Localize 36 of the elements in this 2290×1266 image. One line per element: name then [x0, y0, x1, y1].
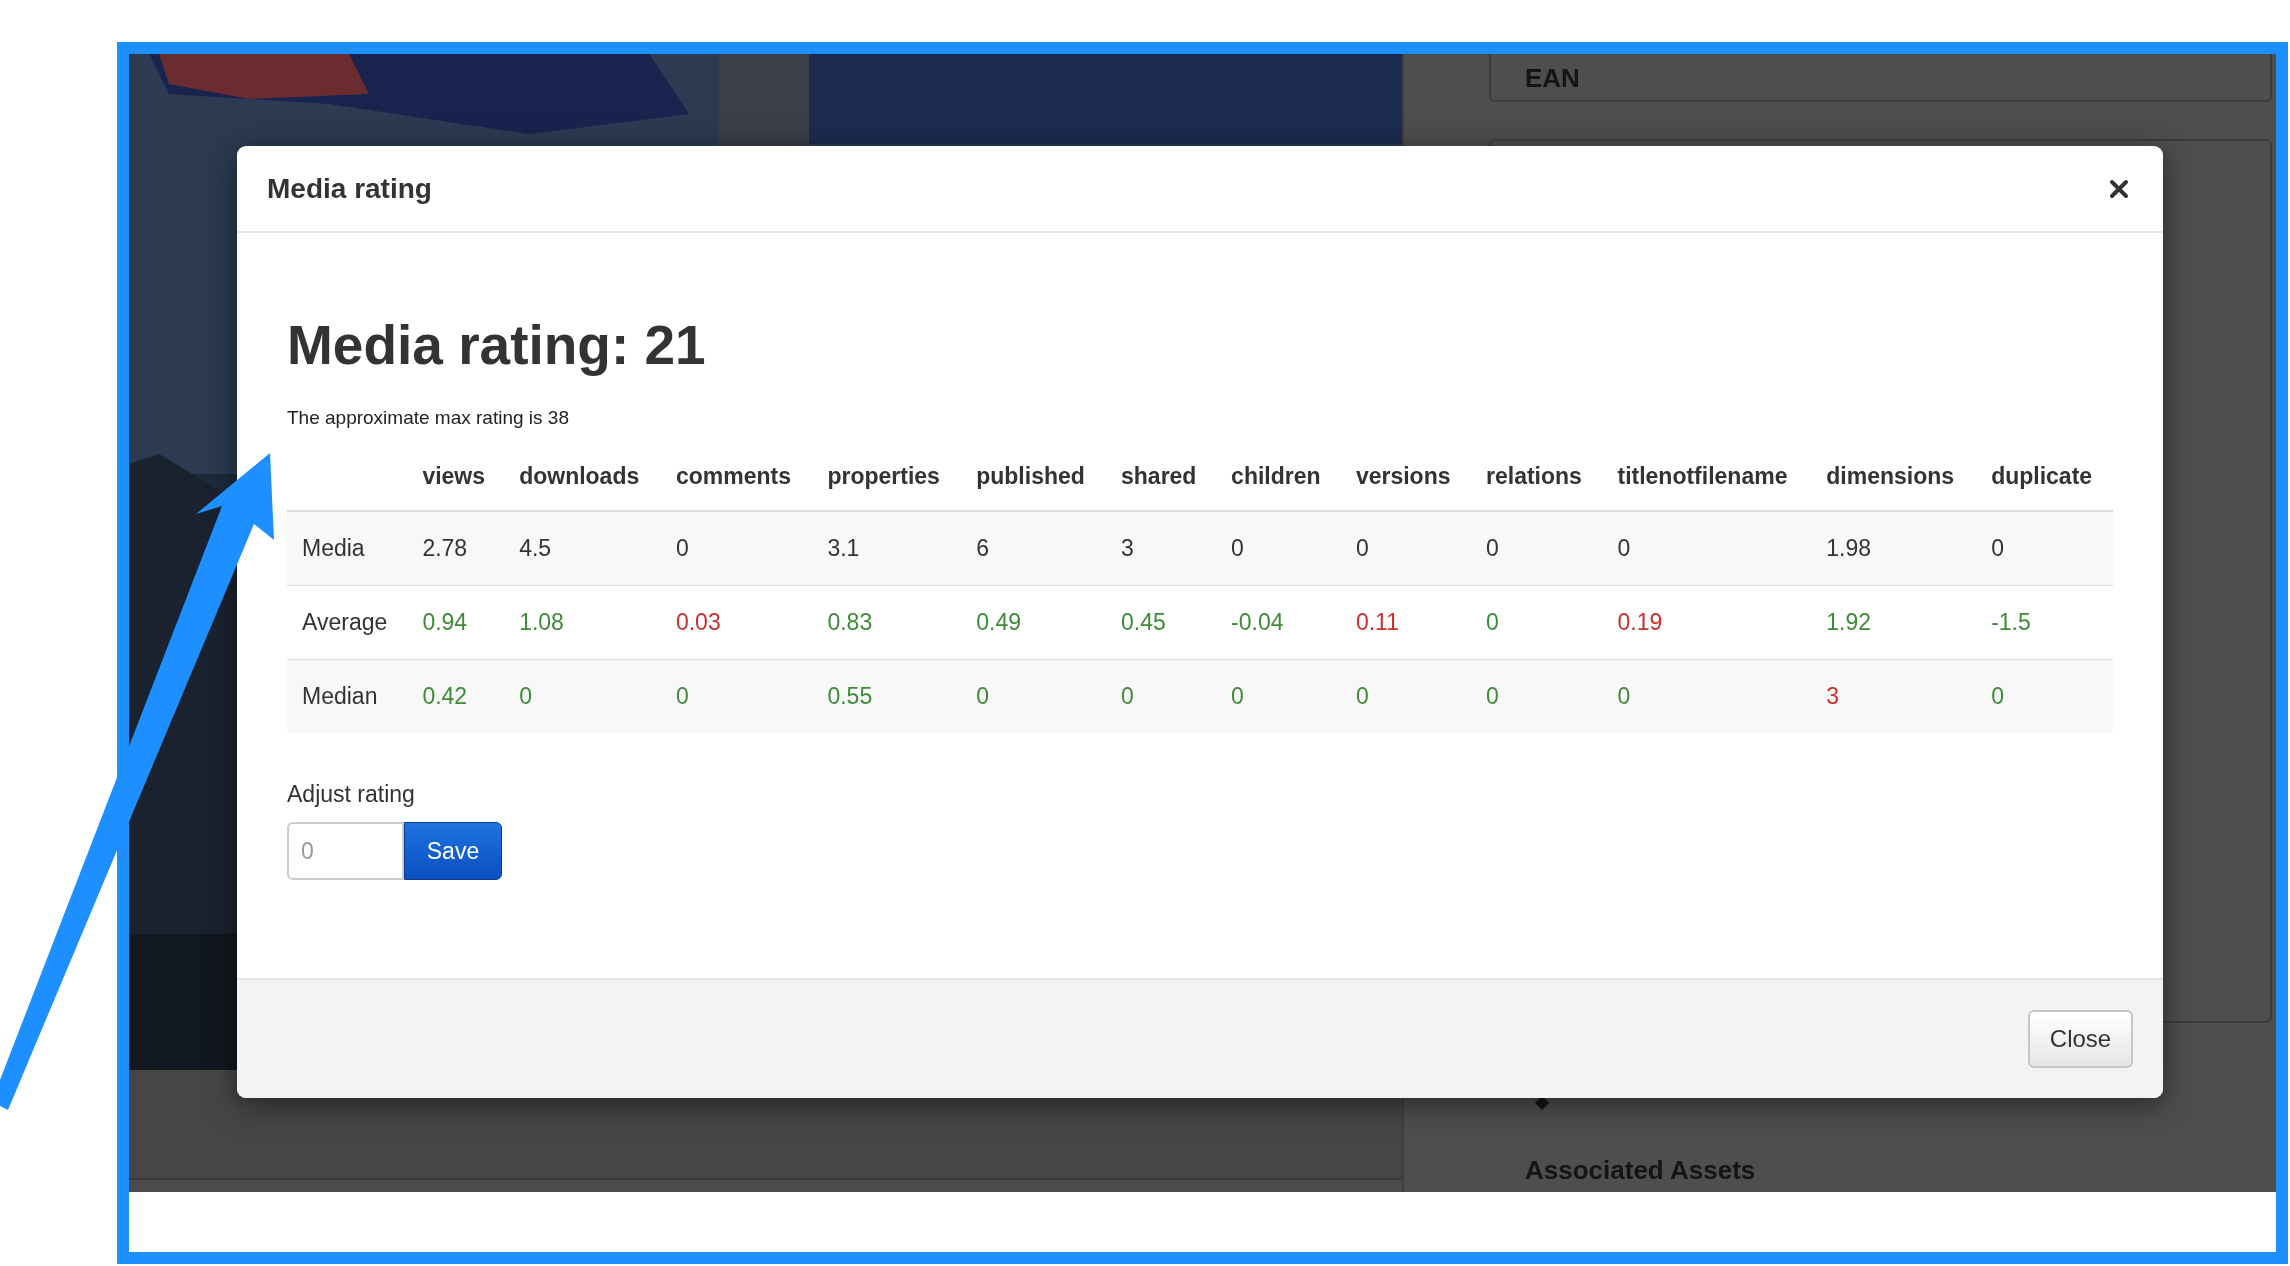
- table-cell: 0: [1340, 659, 1471, 733]
- table-cell: 4.5: [504, 511, 661, 586]
- rating-heading: Media rating: 21: [287, 313, 707, 377]
- max-rating-note: The approximate max rating is 38: [287, 407, 570, 429]
- table-cell: 0: [1976, 659, 2113, 733]
- table-cell: 0: [1976, 511, 2113, 586]
- table-cell: 0: [1216, 659, 1341, 733]
- table-cell: 0: [1216, 511, 1341, 586]
- table-cell: 0: [504, 659, 661, 733]
- table-cell: 0: [1471, 511, 1603, 586]
- table-cell: 0: [1602, 511, 1812, 586]
- table-cell: 2.78: [407, 511, 505, 586]
- table-cell: 0.42: [407, 659, 505, 733]
- table-cell: 0: [660, 511, 813, 586]
- field-label: Adjust rating: [287, 781, 416, 808]
- save-button[interactable]: Save: [404, 822, 502, 880]
- rating-input[interactable]: 0: [287, 822, 404, 880]
- table-cell: 0: [1471, 659, 1603, 733]
- table-cell: 3.1: [812, 511, 962, 586]
- field-label: EAN: [1525, 63, 1580, 94]
- table-cell: 0: [660, 659, 813, 733]
- close-icon: [2109, 178, 2129, 199]
- table-cell: 0: [1340, 511, 1471, 586]
- modal-title: Media rating: [267, 172, 432, 205]
- table-cell: 6: [961, 511, 1106, 586]
- table-cell: 0: [1106, 659, 1217, 733]
- table-cell: 3: [1811, 659, 1977, 733]
- row-label: Media: [287, 511, 408, 586]
- table-cell: 0.55: [812, 659, 962, 733]
- section-title: Associated Assets: [1525, 1155, 1757, 1186]
- table-cell: 0: [1602, 659, 1812, 733]
- table-cell: 0: [961, 659, 1106, 733]
- row-label: Median: [287, 659, 408, 733]
- close-button[interactable]: Close: [2028, 1010, 2133, 1068]
- table-cell: 3: [1106, 511, 1217, 586]
- table-cell: 1.98: [1811, 511, 1977, 586]
